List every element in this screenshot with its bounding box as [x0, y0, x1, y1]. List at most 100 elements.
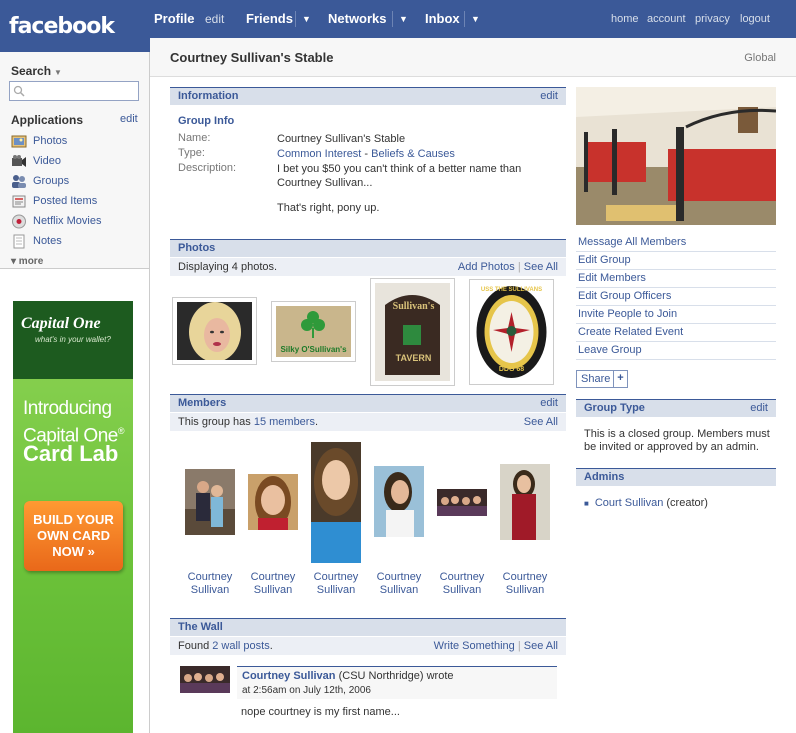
member-last-name[interactable]: Sullivan [191, 584, 230, 596]
groups-icon [12, 175, 26, 188]
information-edit-link[interactable]: edit [540, 90, 558, 102]
capital-one-ad[interactable]: Capital One what's in your wallet? Intro… [13, 301, 133, 733]
action-label[interactable]: Invite People to Join [578, 308, 677, 320]
photos-see-all-link[interactable]: See All [524, 261, 558, 273]
nav-networks[interactable]: Networks [328, 11, 387, 26]
member-photo-4[interactable] [374, 466, 424, 537]
member-photo-1[interactable] [185, 469, 235, 535]
group-type-edit-link[interactable]: edit [750, 402, 768, 414]
admins-title: Admins [584, 471, 625, 483]
link-account[interactable]: account [647, 13, 686, 25]
member-first-name[interactable]: Courtney [251, 571, 296, 583]
member-last-name[interactable]: Sullivan [317, 584, 356, 596]
member-photo-3[interactable] [311, 442, 361, 563]
video-icon [12, 155, 26, 167]
ad-cta-button[interactable]: BUILD YOUR OWN CARD NOW » [24, 501, 123, 571]
tavern-word: TAVERN [395, 353, 432, 363]
nav-profile-edit[interactable]: edit [205, 12, 224, 26]
sidebar-item-label[interactable]: Netflix Movies [33, 215, 101, 227]
photo-thumb-3[interactable]: Sullivan's TAVERN [370, 278, 455, 386]
member-last-name[interactable]: Sullivan [506, 584, 545, 596]
networks-dropdown-icon[interactable]: ▼ [392, 11, 408, 27]
member-last-name[interactable]: Sullivan [380, 584, 419, 596]
member-name-2[interactable]: Courtney Sullivan [243, 571, 303, 597]
action-label[interactable]: Edit Group [578, 254, 631, 266]
type-common-interest-link[interactable]: Common Interest [277, 148, 361, 160]
member-name-6[interactable]: Courtney Sullivan [495, 571, 555, 597]
wall-see-all-link[interactable]: See All [524, 640, 558, 652]
share-button[interactable]: Share + [576, 370, 628, 388]
leave-group-link[interactable]: Leave Group [576, 342, 776, 360]
members-see-all-link[interactable]: See All [524, 416, 558, 428]
members-edit-link[interactable]: edit [540, 397, 558, 409]
share-label[interactable]: Share [581, 373, 610, 385]
member-first-name[interactable]: Courtney [503, 571, 548, 583]
invite-people-link[interactable]: Invite People to Join [576, 306, 776, 324]
sidebar-item-posted-items[interactable]: Posted Items [11, 194, 141, 210]
action-label[interactable]: Message All Members [578, 236, 686, 248]
member-name-1[interactable]: Courtney Sullivan [180, 571, 240, 597]
type-beliefs-link[interactable]: Beliefs & Causes [371, 148, 455, 160]
photo-caption: Sullivan's [392, 301, 435, 312]
action-label[interactable]: Edit Members [578, 272, 646, 284]
sidebar-item-photos[interactable]: Photos [11, 134, 141, 150]
member-first-name[interactable]: Courtney [377, 571, 422, 583]
member-name-4[interactable]: Courtney Sullivan [369, 571, 429, 597]
action-label[interactable]: Edit Group Officers [578, 290, 671, 302]
sidebar-item-label[interactable]: Photos [33, 135, 67, 147]
photo-thumb-2[interactable]: Silky O'Sullivan's [271, 301, 356, 362]
search-input[interactable] [9, 81, 139, 101]
search-label[interactable]: Search ▼ [11, 64, 62, 78]
edit-group-link[interactable]: Edit Group [576, 252, 776, 270]
member-photo-6[interactable] [500, 464, 550, 540]
member-photo-5[interactable] [437, 489, 487, 516]
add-photos-link[interactable]: Add Photos [458, 261, 515, 273]
member-first-name[interactable]: Courtney [314, 571, 359, 583]
member-last-name[interactable]: Sullivan [443, 584, 482, 596]
facebook-logo[interactable]: facebook [9, 14, 115, 39]
search-label-text[interactable]: Search [11, 64, 51, 78]
inbox-dropdown-icon[interactable]: ▼ [464, 11, 480, 27]
nav-profile[interactable]: Profile [154, 11, 194, 26]
share-plus-icon[interactable]: + [613, 371, 627, 387]
search-caret-icon[interactable]: ▼ [54, 68, 62, 77]
sidebar-item-label[interactable]: Groups [33, 175, 69, 187]
write-something-link[interactable]: Write Something [434, 640, 515, 652]
edit-members-link[interactable]: Edit Members [576, 270, 776, 288]
link-home[interactable]: home [611, 13, 639, 25]
admin-name-link[interactable]: Court Sullivan [595, 497, 663, 509]
friends-dropdown-icon[interactable]: ▼ [295, 11, 311, 27]
group-profile-photo[interactable] [576, 87, 776, 225]
action-label[interactable]: Create Related Event [578, 326, 683, 338]
action-label[interactable]: Leave Group [578, 344, 642, 356]
sidebar-item-video[interactable]: Video [11, 154, 141, 170]
sidebar-item-label[interactable]: Notes [33, 235, 62, 247]
member-name-5[interactable]: Courtney Sullivan [432, 571, 492, 597]
applications-edit-link[interactable]: edit [120, 113, 138, 125]
wall-post-author[interactable]: Courtney Sullivan [242, 670, 336, 682]
wall-post-avatar[interactable] [180, 666, 230, 693]
photos-count: Displaying 4 photos. [178, 261, 278, 273]
member-first-name[interactable]: Courtney [188, 571, 233, 583]
create-related-event-link[interactable]: Create Related Event [576, 324, 776, 342]
link-logout[interactable]: logout [740, 13, 770, 25]
member-last-name[interactable]: Sullivan [254, 584, 293, 596]
members-count-link[interactable]: 15 members [254, 416, 315, 428]
photo-thumb-1[interactable] [172, 297, 257, 365]
photo-thumb-4[interactable]: USS THE SULLIVANS DDG 68 [469, 279, 554, 385]
sidebar-item-label[interactable]: Posted Items [33, 195, 97, 207]
member-photo-2[interactable] [248, 474, 298, 530]
nav-inbox[interactable]: Inbox [425, 11, 460, 26]
member-first-name[interactable]: Courtney [440, 571, 485, 583]
message-all-members-link[interactable]: Message All Members [576, 234, 776, 252]
sidebar-item-groups[interactable]: Groups [11, 174, 141, 190]
nav-friends[interactable]: Friends [246, 11, 293, 26]
member-name-3[interactable]: Courtney Sullivan [306, 571, 366, 597]
sidebar-item-notes[interactable]: Notes [11, 234, 141, 250]
sidebar-item-label[interactable]: Video [33, 155, 61, 167]
edit-group-officers-link[interactable]: Edit Group Officers [576, 288, 776, 306]
link-privacy[interactable]: privacy [695, 13, 730, 25]
sidebar-more-link[interactable]: ▾ more [11, 256, 43, 267]
sidebar-item-netflix[interactable]: Netflix Movies [11, 214, 141, 230]
wall-count-link[interactable]: 2 wall posts [212, 640, 269, 652]
